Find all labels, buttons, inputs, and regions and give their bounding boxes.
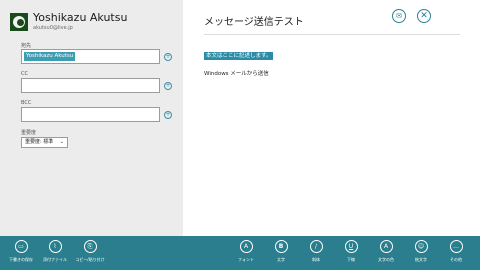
- more-icon: …: [449, 240, 463, 253]
- discard-button[interactable]: ✕: [417, 9, 431, 23]
- emoji-icon: ☺: [414, 240, 428, 253]
- send-icon: ✉: [396, 12, 402, 20]
- plus-icon: +: [165, 111, 171, 118]
- save-draft-label: 下書きの保存: [9, 257, 33, 262]
- attachments-label: 添付ファイル: [43, 257, 67, 262]
- body-selected-text[interactable]: 本文はここに記述します。: [204, 52, 274, 60]
- compose-header-pane: Yoshikazu Akutsu akutsu0@live.jp 宛先 Yosh…: [0, 0, 183, 236]
- cc-field[interactable]: [21, 78, 160, 93]
- paperclip-icon: ⌇: [48, 240, 62, 253]
- add-to-button[interactable]: +: [164, 53, 172, 61]
- app-bar: ▭ 下書きの保存 ⌇ 添付ファイル ⎘ コピー/貼り付け A フォント B 太字…: [0, 236, 480, 270]
- close-icon: ✕: [420, 11, 428, 21]
- subject-field[interactable]: メッセージ送信テスト: [204, 13, 304, 28]
- bcc-label: BCC: [21, 100, 32, 106]
- font-button[interactable]: A フォント: [229, 240, 263, 262]
- bcc-field[interactable]: [21, 107, 160, 122]
- text-color-button[interactable]: A 文字の色: [369, 240, 403, 262]
- underline-label: 下線: [347, 257, 355, 262]
- bold-button[interactable]: B 太字: [264, 240, 298, 262]
- mail-compose-window: Yoshikazu Akutsu akutsu0@live.jp 宛先 Yosh…: [0, 0, 480, 270]
- importance-value: 重要度: 標準: [25, 139, 54, 145]
- avatar: [10, 13, 28, 31]
- emoji-label: 絵文字: [415, 257, 427, 262]
- italic-button[interactable]: / 斜体: [299, 240, 333, 262]
- importance-select[interactable]: 重要度: 標準 ⌄: [21, 137, 68, 148]
- account-name: Yoshikazu Akutsu: [33, 11, 128, 24]
- add-cc-button[interactable]: +: [164, 82, 172, 90]
- underline-icon: U: [344, 240, 358, 253]
- body-signature[interactable]: Windows メールから送信: [204, 69, 269, 77]
- text-color-label: 文字の色: [378, 257, 394, 262]
- subject-divider: [204, 34, 460, 35]
- plus-icon: +: [165, 82, 171, 89]
- attachments-button[interactable]: ⌇ 添付ファイル: [38, 240, 72, 262]
- add-bcc-button[interactable]: +: [164, 111, 172, 119]
- save-icon: ▭: [14, 240, 28, 253]
- copy-paste-label: コピー/貼り付け: [75, 257, 105, 262]
- to-label: 宛先: [21, 43, 32, 49]
- more-label: その他: [450, 257, 462, 262]
- font-label: フォント: [238, 257, 254, 262]
- chevron-down-icon: ⌄: [59, 139, 64, 145]
- account-email: akutsu0@live.jp: [33, 25, 73, 31]
- cc-label: CC: [21, 71, 28, 77]
- importance-label: 重要度: [21, 130, 37, 136]
- italic-label: 斜体: [312, 257, 320, 262]
- text-color-icon: A: [379, 240, 393, 253]
- send-button[interactable]: ✉: [392, 9, 406, 23]
- bold-icon: B: [274, 240, 288, 253]
- underline-button[interactable]: U 下線: [334, 240, 368, 262]
- bold-label: 太字: [277, 257, 285, 262]
- save-draft-button[interactable]: ▭ 下書きの保存: [4, 240, 38, 262]
- account-selector[interactable]: Yoshikazu Akutsu akutsu0@live.jp: [10, 11, 127, 32]
- more-button[interactable]: … その他: [439, 240, 473, 262]
- font-icon: A: [239, 240, 253, 253]
- paste-icon: ⎘: [83, 240, 97, 253]
- italic-icon: /: [309, 240, 323, 253]
- plus-icon: +: [165, 53, 171, 60]
- recipient-chip[interactable]: Yoshikazu Akutsu: [24, 52, 76, 61]
- emoji-button[interactable]: ☺ 絵文字: [404, 240, 438, 262]
- copy-paste-button[interactable]: ⎘ コピー/貼り付け: [73, 240, 107, 262]
- to-field[interactable]: Yoshikazu Akutsu: [21, 49, 160, 64]
